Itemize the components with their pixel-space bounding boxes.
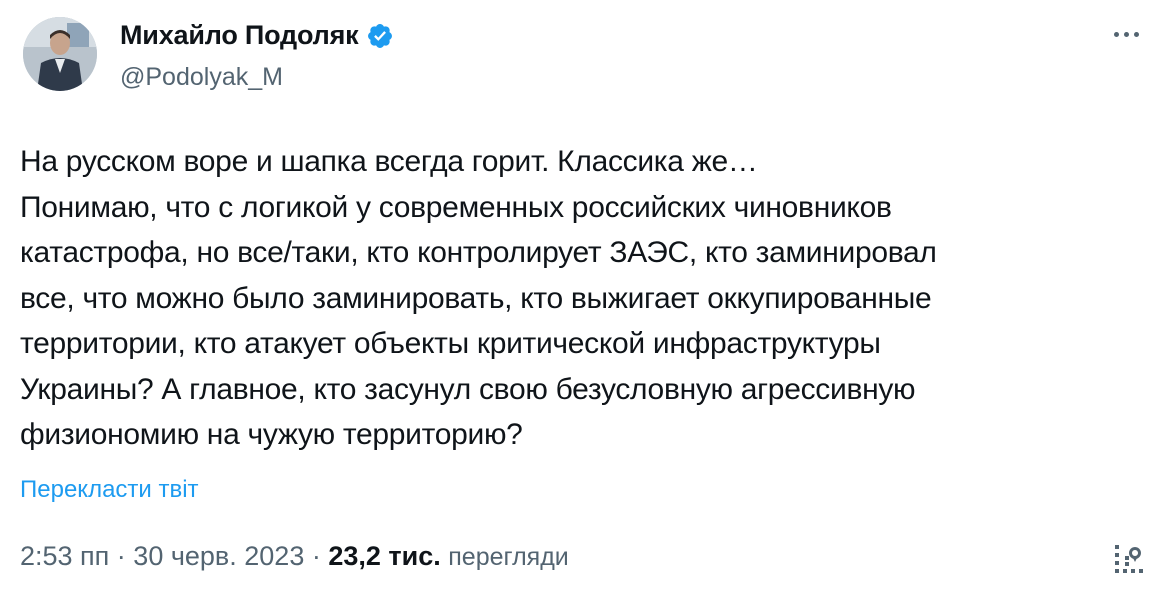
author-name[interactable]: Михайло Подоляк <box>120 20 359 51</box>
translate-tweet-link[interactable]: Перекласти твіт <box>20 476 199 504</box>
tweet-line: катастрофа, но все/таки, кто контролируе… <box>20 236 937 269</box>
tweet-line: все, что можно было заминировать, кто вы… <box>20 281 932 315</box>
analytics-icon[interactable] <box>1112 542 1146 576</box>
views-count: 23,2 тис. <box>328 541 441 571</box>
tweet-line: территории, кто атакует объекты критичес… <box>20 327 881 360</box>
meta-separator: · <box>109 541 134 571</box>
verified-badge-icon <box>368 23 393 48</box>
tweet-text: На русском воре и шапка всегда горит. Кл… <box>20 139 1140 458</box>
meta-separator: · <box>304 541 329 571</box>
tweet-line: Понимаю, что с логикой у современных рос… <box>20 190 892 224</box>
tweet-meta: 2:53 пп · 30 черв. 2023 · 23,2 тис. пере… <box>20 541 569 572</box>
avatar[interactable] <box>23 17 97 91</box>
tweet-line: Украины? А главное, кто засунул свою без… <box>20 372 916 406</box>
author-row: Михайло Подоляк <box>120 20 394 51</box>
author-handle[interactable]: @Podolyak_M <box>120 63 283 92</box>
tweet-time[interactable]: 2:53 пп <box>20 541 109 571</box>
tweet-date[interactable]: 30 черв. 2023 <box>133 541 304 571</box>
views-label: перегляди <box>448 543 569 571</box>
tweet-line: На русском воре и шапка всегда горит. Кл… <box>20 145 758 178</box>
tweet-line: физиономию на чужую территорию? <box>20 418 523 451</box>
more-options-icon[interactable] <box>1108 24 1144 44</box>
